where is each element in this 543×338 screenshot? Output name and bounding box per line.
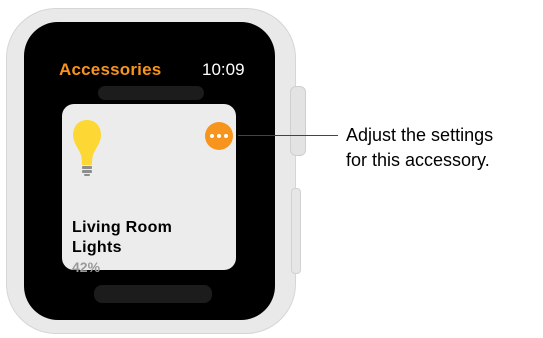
page-title[interactable]: Accessories [59,60,161,80]
side-button[interactable] [291,188,301,274]
more-options-button[interactable] [205,122,233,150]
callout-line-2: for this accessory. [346,150,490,170]
lightbulb-icon [72,118,102,183]
partial-card-below [94,285,212,303]
digital-crown[interactable] [290,86,306,156]
accessory-name: Living Room Lights [72,219,173,256]
callout-text: Adjust the settings for this accessory. [346,123,493,173]
clock: 10:09 [202,60,245,79]
partial-card-above [98,86,204,100]
callout-line-1: Adjust the settings [346,125,494,145]
ellipsis-icon-dot [224,134,228,138]
callout-line [238,135,338,136]
accessory-tile[interactable]: Living Room Lights 42% [62,104,236,275]
watch-screen: Accessories 10:09 Living Room Lights 42% [24,22,275,320]
ellipsis-icon-dot [210,134,214,138]
ellipsis-icon-dot [217,134,221,138]
accessory-status: 42% [72,259,101,275]
